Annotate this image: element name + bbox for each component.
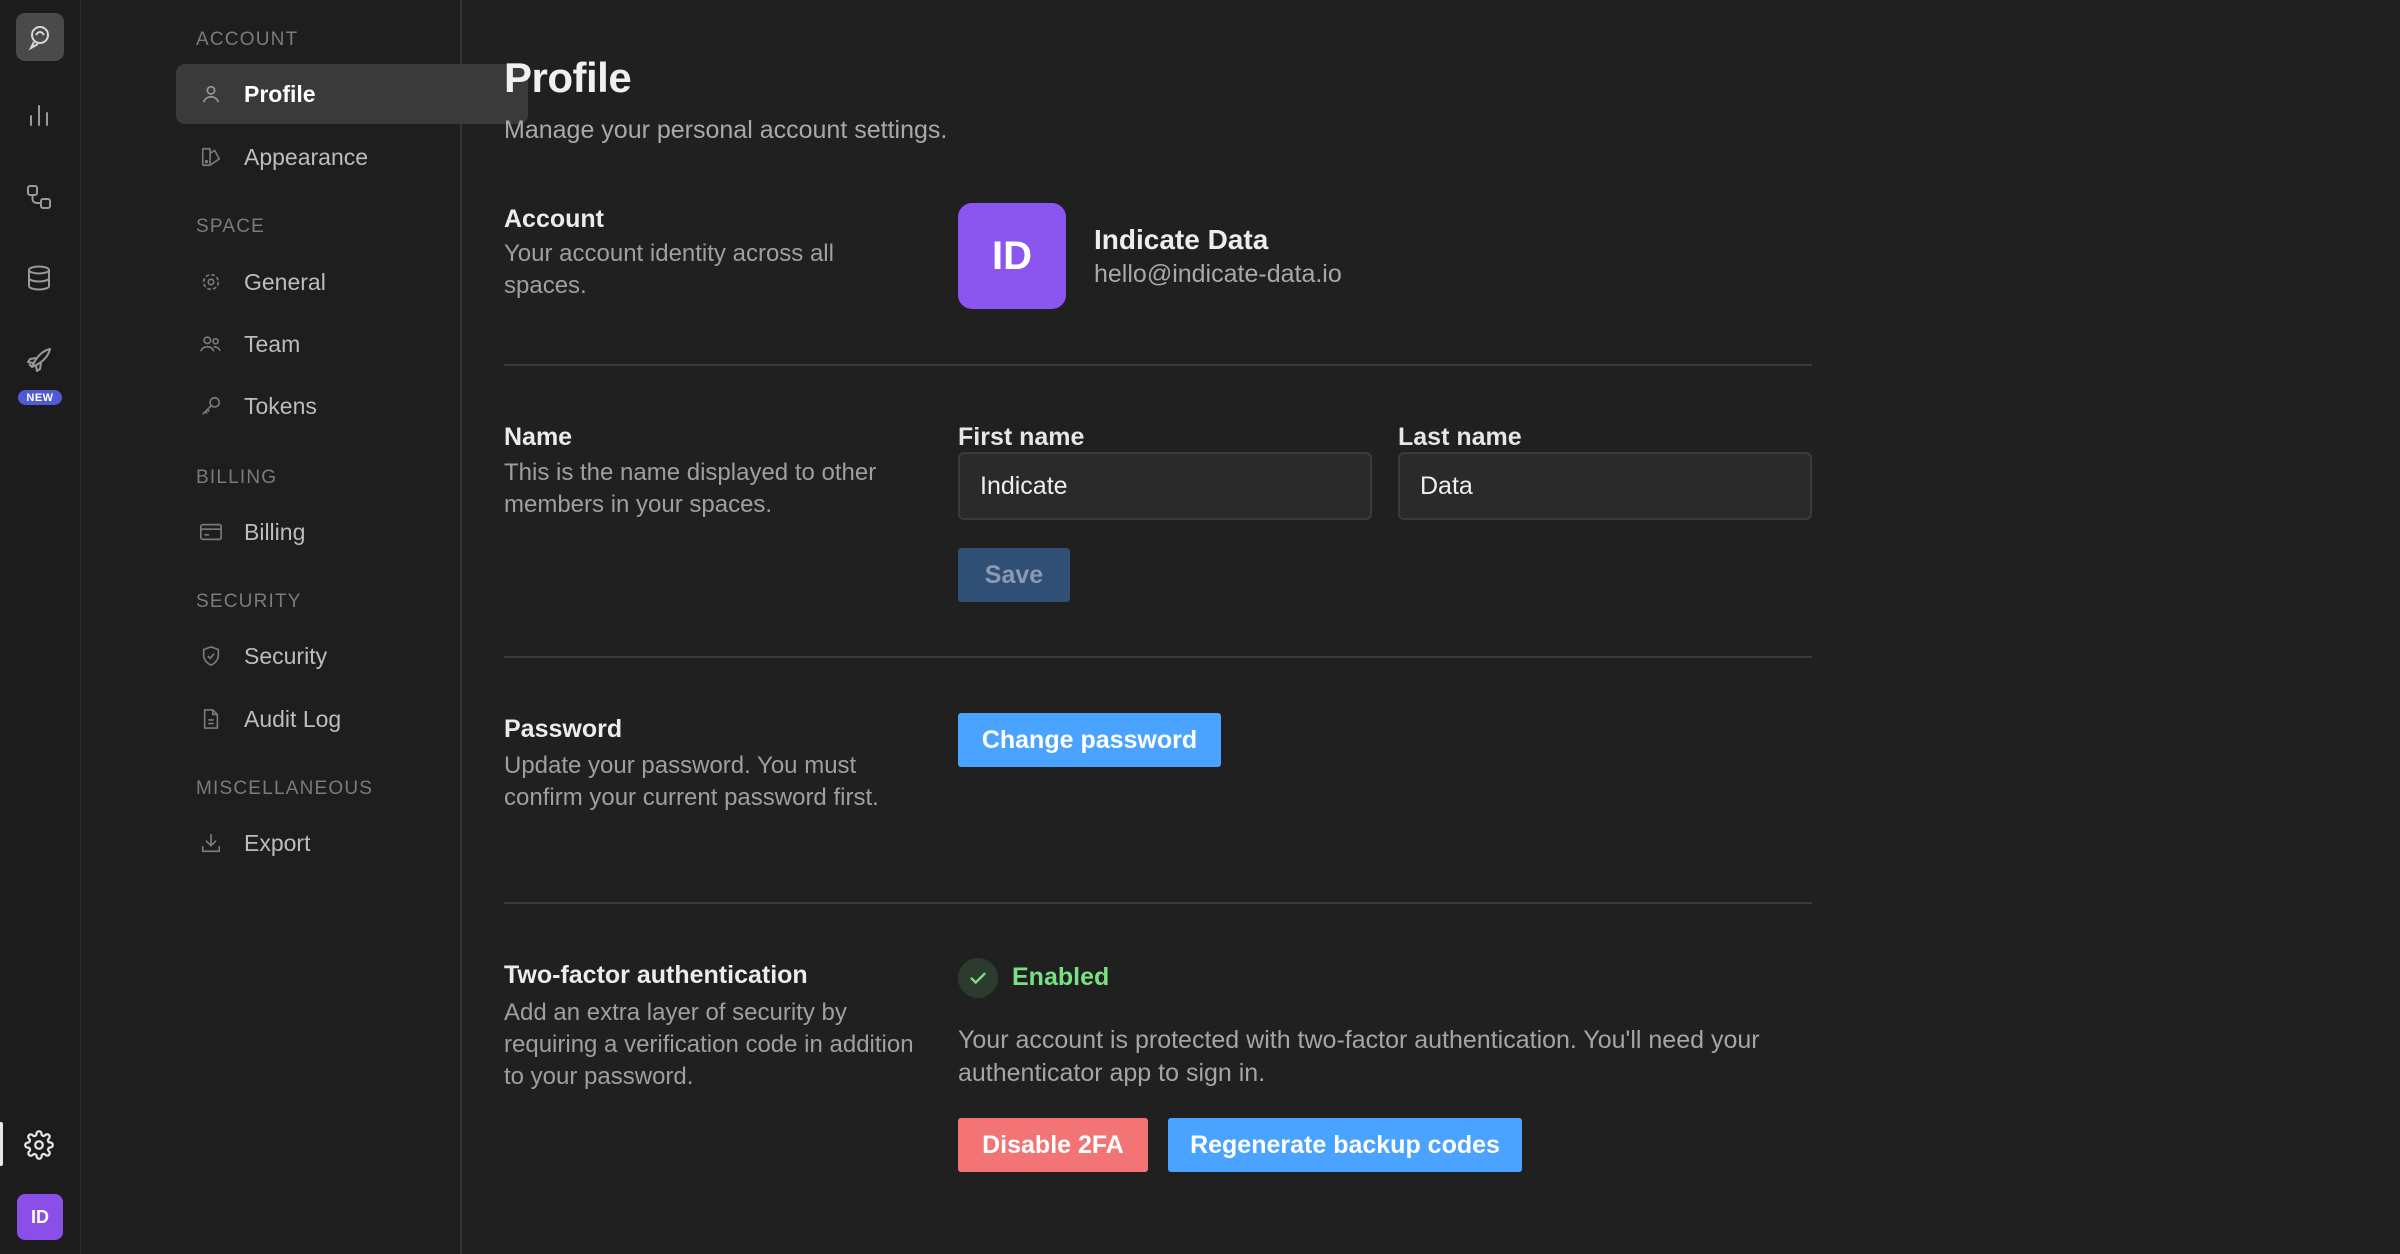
gear-icon[interactable] xyxy=(15,1121,63,1169)
document-icon xyxy=(198,706,224,732)
page-title: Profile xyxy=(504,54,632,101)
sidebar-item-label: Billing xyxy=(244,518,306,545)
account-section-title: Account xyxy=(504,205,604,233)
section-label-security: SECURITY xyxy=(196,591,302,612)
first-name-input[interactable] xyxy=(958,452,1372,520)
section-label-billing: BILLING xyxy=(196,467,278,488)
last-name-label: Last name xyxy=(1398,423,1522,451)
sidebar-item-label: General xyxy=(244,268,326,295)
twofa-section-desc: Add an extra layer of security by requir… xyxy=(504,999,914,1090)
section-label-space: SPACE xyxy=(196,216,266,237)
divider xyxy=(504,364,1812,366)
user-icon xyxy=(198,81,224,107)
sidebar-item-label: Export xyxy=(244,829,311,856)
key-icon xyxy=(198,393,224,419)
section-label-account: ACCOUNT xyxy=(196,29,299,50)
credit-card-icon xyxy=(198,519,224,545)
divider xyxy=(504,656,1812,658)
users-icon xyxy=(198,331,224,357)
main-content: Profile Manage your personal account set… xyxy=(462,0,2400,1254)
rail-active-indicator xyxy=(0,1122,3,1166)
database-icon[interactable] xyxy=(15,254,63,302)
sidebar-item-label: Tokens xyxy=(244,392,317,419)
section-label-misc: MISCELLANEOUS xyxy=(196,778,374,799)
page-subtitle: Manage your personal account settings. xyxy=(504,116,948,144)
name-section-title: Name xyxy=(504,423,573,451)
sidebar-item-label: Team xyxy=(244,330,301,357)
bar-chart-icon[interactable] xyxy=(15,91,63,139)
flow-icon[interactable] xyxy=(15,173,63,221)
twofa-section-title: Two-factor authentication xyxy=(504,961,808,989)
user-avatar[interactable]: ID xyxy=(17,1194,63,1240)
account-name: Indicate Data xyxy=(1094,224,1269,255)
save-button[interactable]: Save xyxy=(958,548,1070,602)
change-password-button[interactable]: Change password xyxy=(958,713,1221,767)
icon-rail: NEW ID xyxy=(0,0,81,1254)
password-section-desc: Update your password. You must confirm y… xyxy=(504,752,879,811)
app: NEW ID ACCOUNT Profile Appearance SPACE … xyxy=(0,0,2400,1254)
gear-icon xyxy=(198,269,224,295)
logo-icon[interactable] xyxy=(16,13,64,61)
twofa-info: Your account is protected with two-facto… xyxy=(958,1026,1760,1087)
settings-sidebar: ACCOUNT Profile Appearance SPACE General… xyxy=(81,0,528,1254)
sidebar-item-label: Security xyxy=(244,642,328,669)
regenerate-backup-codes-button[interactable]: Regenerate backup codes xyxy=(1168,1118,1522,1172)
twofa-status: Enabled xyxy=(1012,963,1110,991)
new-badge: NEW xyxy=(18,390,62,405)
sidebar-item-label: Audit Log xyxy=(244,705,342,732)
sidebar-item-label: Profile xyxy=(244,80,316,107)
rocket-icon[interactable] xyxy=(15,336,63,384)
last-name-input[interactable] xyxy=(1398,452,1812,520)
account-email: hello@indicate-data.io xyxy=(1094,260,1342,288)
sidebar-item-label: Appearance xyxy=(244,143,369,170)
account-avatar: ID xyxy=(958,203,1066,309)
check-icon xyxy=(958,958,998,998)
disable-2fa-button[interactable]: Disable 2FA xyxy=(958,1118,1148,1172)
password-section-title: Password xyxy=(504,715,623,743)
account-section-desc: Your account identity across all spaces. xyxy=(504,240,834,299)
download-icon xyxy=(198,830,224,856)
first-name-label: First name xyxy=(958,423,1085,451)
name-section-desc: This is the name displayed to other memb… xyxy=(504,459,877,518)
shield-icon xyxy=(198,643,224,669)
palette-icon xyxy=(198,144,224,170)
divider xyxy=(504,902,1812,904)
